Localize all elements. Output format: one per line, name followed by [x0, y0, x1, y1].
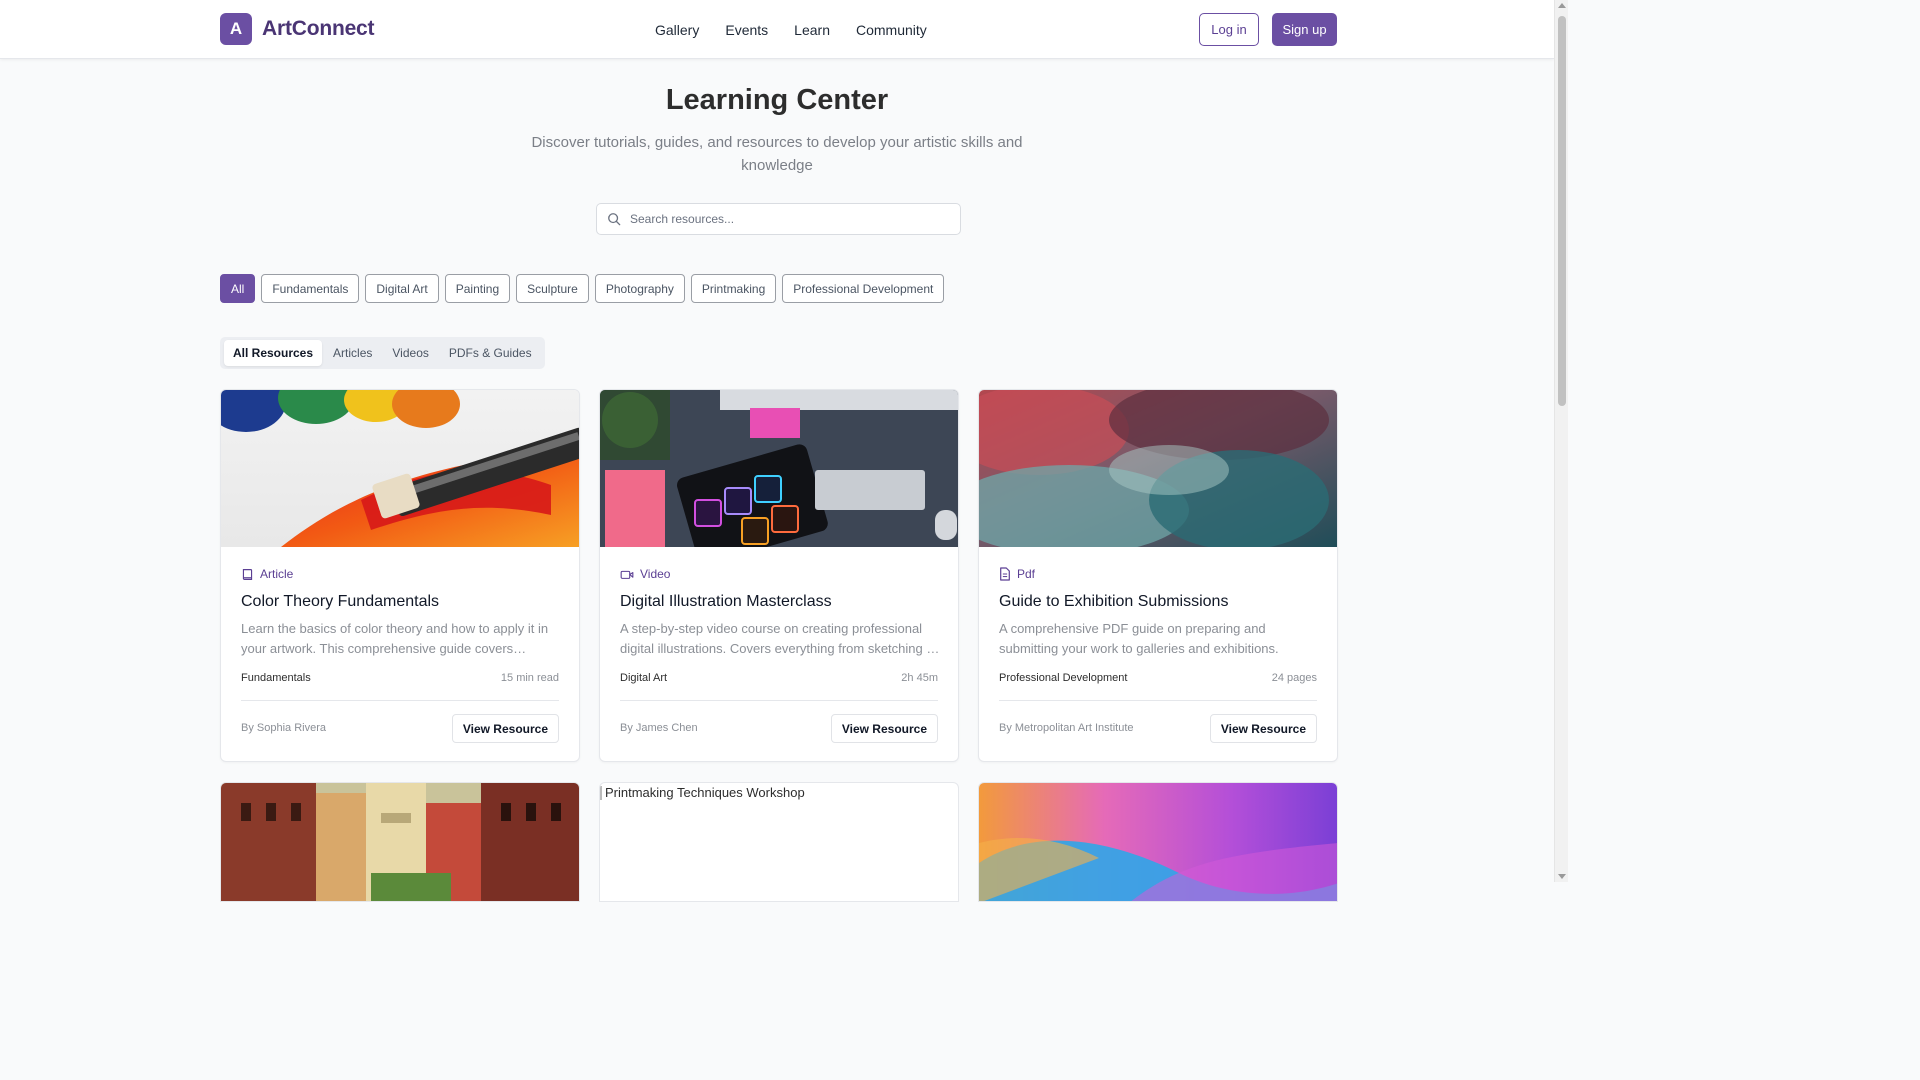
tab-articles[interactable]: Articles	[324, 340, 381, 366]
filter-chip-digital-art[interactable]: Digital Art	[365, 274, 439, 303]
card-category: Fundamentals	[241, 672, 311, 684]
card-divider	[620, 700, 938, 701]
resource-type-label: Video	[640, 567, 671, 581]
resource-card[interactable]	[220, 782, 580, 902]
top-navigation-bar: A ArtConnect Gallery Events Learn Commun…	[0, 0, 1554, 59]
card-image-city-street	[221, 783, 579, 901]
resource-type-tabs: All Resources Articles Videos PDFs & Gui…	[220, 337, 545, 369]
card-category: Professional Development	[999, 672, 1128, 684]
resource-type: Video	[620, 567, 670, 581]
card-page-count: 24 pages	[1271, 672, 1317, 684]
nav-community[interactable]: Community	[856, 22, 927, 38]
card-divider	[241, 700, 559, 701]
resource-type-label: Article	[260, 567, 294, 581]
search-icon	[608, 213, 621, 226]
resource-type: Article	[241, 567, 293, 581]
resource-card[interactable]: Printmaking Techniques Workshop	[599, 782, 959, 902]
card-author: By James Chen	[620, 722, 698, 734]
video-icon	[620, 570, 634, 579]
filter-chip-sculpture[interactable]: Sculpture	[516, 274, 589, 303]
filter-chip-professional-development[interactable]: Professional Development	[782, 274, 945, 303]
view-resource-button[interactable]: View Resource	[1209, 714, 1317, 743]
card-description: Learn the basics of color theory and how…	[241, 621, 549, 656]
card-title[interactable]: Guide to Exhibition Submissions	[999, 593, 1228, 611]
file-text-icon	[1000, 567, 1010, 581]
scroll-up-arrow-icon[interactable]	[1558, 3, 1566, 8]
card-image-paint-brush	[221, 390, 579, 547]
scroll-down-arrow-icon[interactable]	[1558, 874, 1566, 879]
resource-card[interactable]: Article Color Theory Fundamentals Learn …	[220, 389, 580, 762]
card-title[interactable]: Color Theory Fundamentals	[241, 593, 439, 611]
card-image-abstract-smoke	[979, 390, 1337, 547]
view-resource-button[interactable]: View Resource	[830, 714, 938, 743]
card-author: By Metropolitan Art Institute	[999, 722, 1134, 734]
nav-events[interactable]: Events	[725, 22, 768, 38]
tab-videos[interactable]: Videos	[383, 340, 437, 366]
broken-image-icon	[600, 785, 602, 800]
main-nav: Gallery Events Learn Community	[655, 0, 927, 59]
view-resource-button[interactable]: View Resource	[451, 714, 559, 743]
card-divider	[999, 700, 1317, 701]
filter-chip-printmaking[interactable]: Printmaking	[690, 274, 777, 303]
filter-chip-painting[interactable]: Painting	[444, 274, 511, 303]
search-input[interactable]	[630, 212, 930, 226]
book-icon	[242, 568, 253, 580]
filter-chip-all[interactable]: All	[220, 274, 256, 303]
resource-card[interactable]: Pdf Guide to Exhibition Submissions A co…	[978, 389, 1338, 762]
image-alt-text: Printmaking Techniques Workshop	[605, 785, 805, 800]
tab-pdfs-guides[interactable]: PDFs & Guides	[440, 340, 541, 366]
nav-gallery[interactable]: Gallery	[655, 22, 699, 38]
broken-image-placeholder: Printmaking Techniques Workshop	[600, 785, 805, 800]
category-filters: All Fundamentals Digital Art Painting Sc…	[220, 274, 945, 303]
scrollbar-thumb[interactable]	[1558, 16, 1566, 406]
card-description: A step-by-step video course on creating …	[620, 621, 938, 656]
resource-card[interactable]: Video Digital Illustration Masterclass A…	[599, 389, 959, 762]
login-button[interactable]: Log in	[1199, 13, 1259, 46]
brand-logo[interactable]: A ArtConnect	[220, 13, 375, 45]
page-scrollbar[interactable]	[1554, 0, 1568, 882]
resource-type: Pdf	[999, 567, 1035, 581]
filter-chip-fundamentals[interactable]: Fundamentals	[261, 274, 360, 303]
resource-type-label: Pdf	[1017, 567, 1036, 581]
resource-card[interactable]	[978, 782, 1338, 902]
card-duration: 2h 45m	[901, 672, 938, 684]
card-duration: 15 min read	[500, 672, 559, 684]
card-image-gradient-waves	[979, 783, 1337, 901]
card-author: By Sophia Rivera	[241, 722, 326, 734]
card-image-design-desk	[600, 390, 958, 547]
logo-mark: A	[220, 13, 252, 45]
signup-button[interactable]: Sign up	[1272, 13, 1337, 46]
page-subtitle: Discover tutorials, guides, and resource…	[531, 134, 1023, 174]
filter-chip-photography[interactable]: Photography	[594, 274, 685, 303]
brand-name: ArtConnect	[262, 17, 375, 40]
card-description: A comprehensive PDF guide on preparing a…	[999, 621, 1279, 656]
search-box	[596, 203, 961, 235]
tab-all-resources[interactable]: All Resources	[224, 340, 323, 366]
page-title: Learning Center	[665, 84, 889, 116]
nav-learn[interactable]: Learn	[794, 22, 830, 38]
card-title[interactable]: Digital Illustration Masterclass	[620, 593, 832, 611]
card-category: Digital Art	[620, 672, 668, 684]
